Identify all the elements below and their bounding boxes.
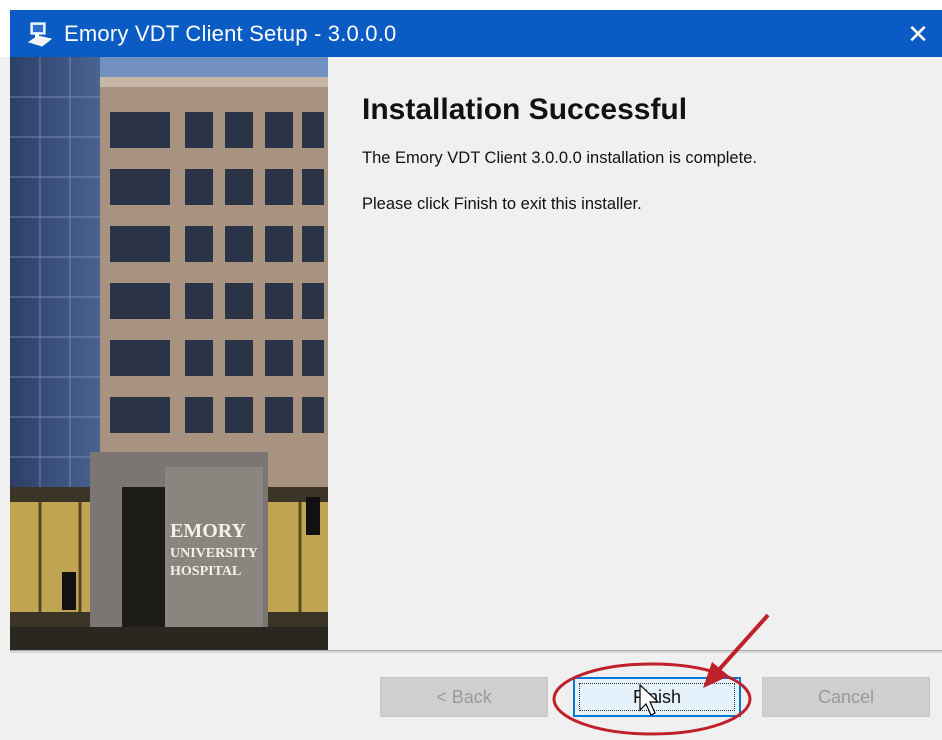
completion-message: The Emory VDT Client 3.0.0.0 installatio… [362, 149, 757, 167]
button-bar: < Back Finish Cancel [10, 653, 942, 740]
page-title: Installation Successful [362, 93, 688, 126]
close-button[interactable]: ✕ [900, 16, 936, 52]
hospital-building-illustration: EMORY UNIVERSITY HOSPITAL [10, 57, 328, 650]
finish-instruction: Please click Finish to exit this install… [362, 195, 642, 213]
title-bar[interactable]: Emory VDT Client Setup - 3.0.0.0 ✕ [10, 10, 942, 57]
close-icon: ✕ [907, 18, 929, 49]
cancel-button-label: Cancel [817, 686, 875, 707]
hospital-banner-image: EMORY UNIVERSITY HOSPITAL [10, 57, 328, 650]
focus-rectangle [579, 683, 735, 711]
sign-line-1: EMORY [170, 520, 247, 542]
window-title: Emory VDT Client Setup - 3.0.0.0 [64, 20, 397, 46]
sign-line-3: HOSPITAL [170, 564, 241, 579]
cancel-button[interactable]: Cancel [762, 677, 930, 717]
sign-line-2: UNIVERSITY [170, 546, 258, 561]
installer-window: Emory VDT Client Setup - 3.0.0.0 ✕ EMORY… [0, 0, 942, 740]
back-button-label: < Back [436, 686, 492, 707]
installer-app-icon [27, 21, 53, 47]
finish-button[interactable]: Finish [573, 677, 741, 717]
back-button[interactable]: < Back [380, 677, 548, 717]
content-panel: Installation Successful The Emory VDT Cl… [328, 57, 942, 650]
